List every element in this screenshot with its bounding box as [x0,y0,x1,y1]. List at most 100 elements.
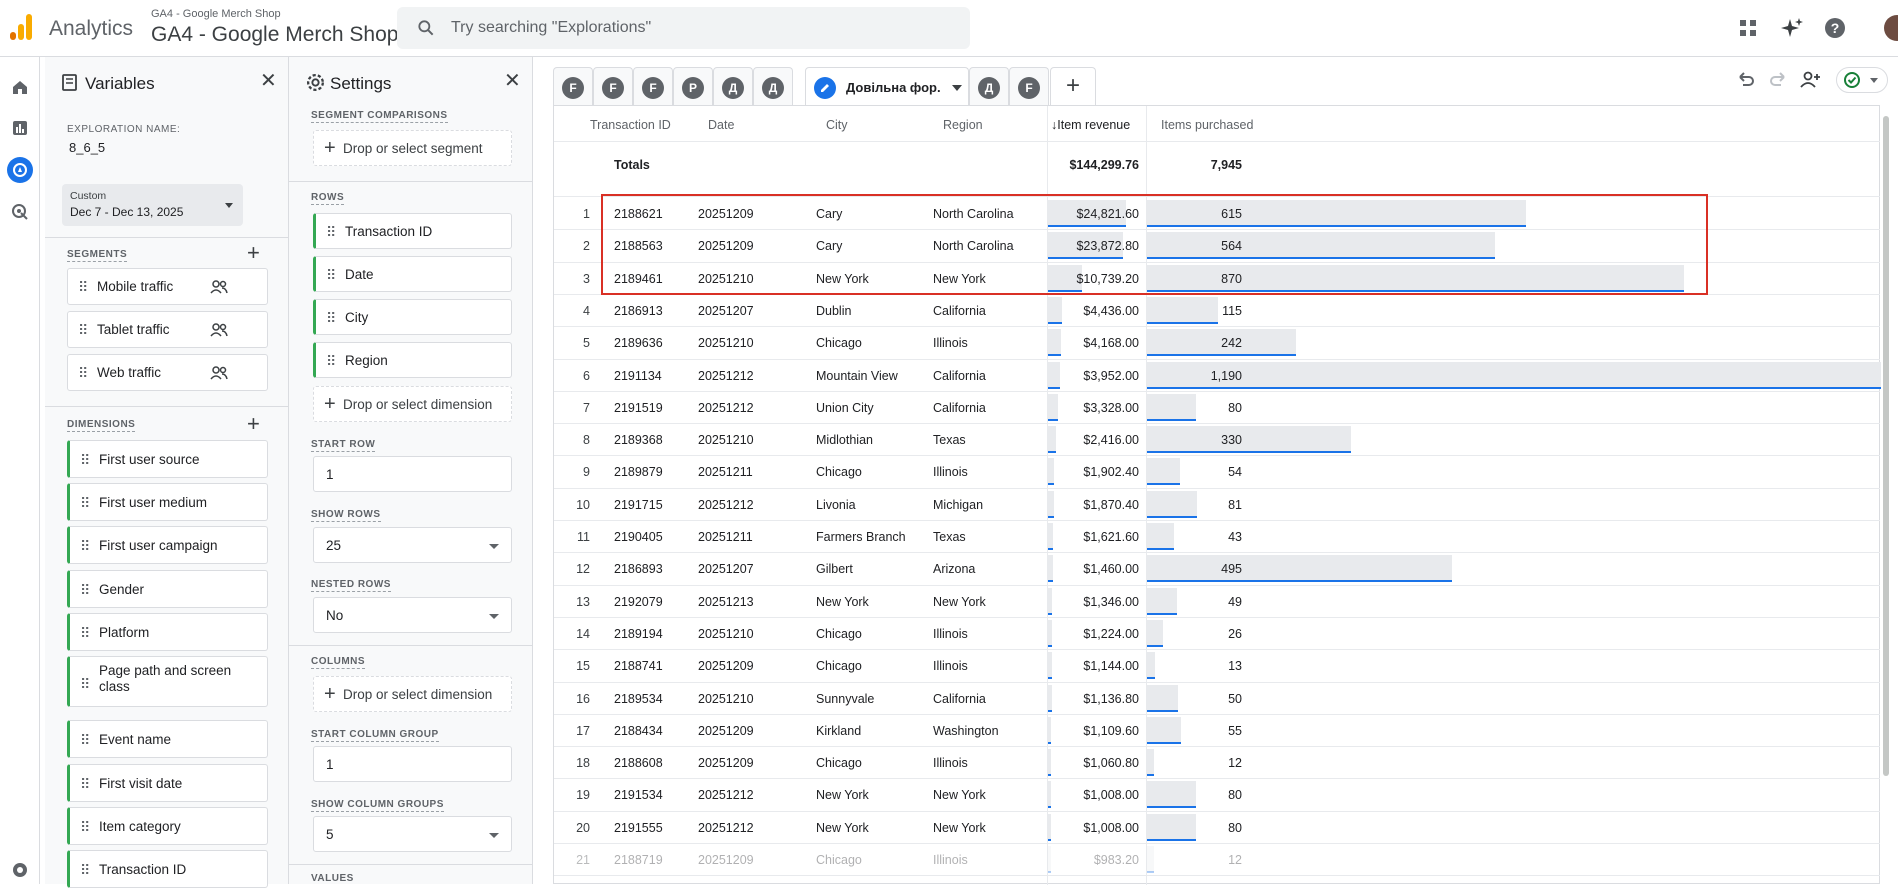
item-revenue-cell: $1,870.40 [1083,497,1139,512]
drag-handle-icon[interactable]: ⠿ [80,495,90,512]
row-dimension-item[interactable]: ⠿ Date [313,256,512,292]
date-cell: 20251210 [698,336,754,351]
app-name: Analytics [49,17,134,40]
drag-handle-icon[interactable]: ⠿ [326,224,336,241]
row-dimension-item[interactable]: ⠿ Region [313,342,512,378]
tab-exploration[interactable]: F [633,67,673,105]
chevron-down-icon[interactable] [952,85,962,91]
status-button[interactable] [1836,67,1888,93]
segment-item[interactable]: ⠿ Mobile traffic [67,268,268,305]
search-input[interactable]: Try searching "Explorations" [451,19,651,37]
settings-gear-icon [306,73,325,92]
col-header-city[interactable]: City [826,118,848,132]
drag-handle-icon[interactable]: ⠿ [80,676,90,693]
show-rows-select[interactable]: 25 [313,527,512,563]
drag-handle-icon[interactable]: ⠿ [326,353,336,370]
items-purchased-cell: 81 [1228,497,1242,512]
add-dimension-icon[interactable]: + [247,413,260,435]
dimension-item[interactable]: ⠿ Item category [67,807,268,845]
tab-freeform-active[interactable]: Довільна фор... [805,67,969,105]
col-header-item-revenue[interactable]: ↓Item revenue [1051,118,1130,132]
drag-handle-icon[interactable]: ⠿ [80,582,90,599]
row-dimension-item[interactable]: ⠿ City [313,299,512,335]
date-range-picker[interactable]: Custom Dec 7 - Dec 13, 2025 [62,184,243,226]
table-scrollbar[interactable] [1883,116,1889,776]
show-column-groups-value: 5 [326,827,334,842]
add-tab-button[interactable]: + [1050,67,1096,105]
tab-exploration[interactable]: Д [753,67,793,105]
help-icon[interactable]: ? [1823,16,1847,40]
drag-handle-icon[interactable]: ⠿ [80,732,90,749]
row-dimension-item[interactable]: ⠿ Transaction ID [313,213,512,249]
dimension-item[interactable]: ⠿ Platform [67,613,268,651]
drag-handle-icon[interactable]: ⠿ [326,310,336,327]
advertising-icon[interactable] [7,199,33,225]
redo-icon[interactable] [1767,69,1789,91]
col-header-date[interactable]: Date [708,118,734,132]
start-row-input[interactable]: 1 [313,456,512,492]
analytics-logo[interactable] [10,14,34,40]
dimension-item[interactable]: ⠿ First user medium [67,483,268,521]
people-icon [210,280,228,294]
drag-handle-icon[interactable]: ⠿ [80,776,90,793]
col-header-transaction-id[interactable]: Transaction ID [590,118,671,132]
admin-gear-icon[interactable] [7,857,33,883]
tab-letter: Д [722,77,744,99]
transaction-id-cell: 2189879 [614,465,663,480]
home-icon[interactable] [7,74,33,100]
drag-handle-icon[interactable]: ⠿ [78,365,88,382]
dimension-item[interactable]: ⠿ Page path and screen class [67,656,268,707]
segment-item[interactable]: ⠿ Tablet traffic [67,311,268,348]
nested-rows-select[interactable]: No [313,597,512,633]
share-user-icon[interactable] [1799,69,1821,91]
start-column-group-input[interactable]: 1 [313,746,512,782]
segment-item[interactable]: ⠿ Web traffic [67,354,268,391]
drag-handle-icon[interactable]: ⠿ [78,279,88,296]
exploration-canvas: Довільна фор... + FFFPДДДF Transaction I… [543,57,1898,885]
sparkle-icon[interactable] [1780,16,1804,40]
drag-handle-icon[interactable]: ⠿ [80,862,90,879]
start-row-value: 1 [326,467,334,482]
drag-handle-icon[interactable]: ⠿ [80,452,90,469]
dimension-item[interactable]: ⠿ First visit date [67,764,268,802]
drag-handle-icon[interactable]: ⠿ [78,322,88,339]
transaction-id-cell: 2188608 [614,756,663,771]
drag-handle-icon[interactable]: ⠿ [326,267,336,284]
tab-exploration[interactable]: P [673,67,713,105]
row-dimension-label: Region [345,353,388,368]
drag-handle-icon[interactable]: ⠿ [80,538,90,555]
items-bar-line [1147,644,1163,647]
dimension-item[interactable]: ⠿ Gender [67,570,268,608]
explore-icon[interactable] [7,157,33,183]
add-segment-icon[interactable]: + [247,242,260,264]
property-selector[interactable]: GA4 - Google Merch Shop [151,23,398,47]
dimension-item[interactable]: ⠿ Transaction ID [67,850,268,888]
tab-exploration[interactable]: F [553,67,593,105]
tab-exploration[interactable]: F [1009,67,1049,105]
close-icon[interactable]: ✕ [504,71,522,91]
close-icon[interactable]: ✕ [260,71,278,91]
tab-exploration[interactable]: Д [713,67,753,105]
drag-handle-icon[interactable]: ⠿ [80,819,90,836]
tab-exploration[interactable]: Д [969,67,1009,105]
account-name[interactable]: GA4 - Google Merch Shop [151,8,281,20]
reports-icon[interactable] [7,115,33,141]
region-cell: Illinois [933,336,968,351]
col-header-items-purchased[interactable]: Items purchased [1161,118,1253,132]
drag-handle-icon[interactable]: ⠿ [80,625,90,642]
avatar[interactable] [1884,15,1898,41]
dimension-item[interactable]: ⠿ First user campaign [67,526,268,564]
apps-grid-icon[interactable] [1736,16,1760,40]
dimension-item[interactable]: ⠿ Event name [67,720,268,758]
date-cell: 20251209 [698,659,754,674]
show-column-groups-select[interactable]: 5 [313,816,512,852]
undo-icon[interactable] [1735,69,1757,91]
drop-row-dimension-zone[interactable]: + Drop or select dimension [313,386,512,422]
drop-segment-zone[interactable]: + Drop or select segment [313,130,512,166]
dimension-item[interactable]: ⠿ First user source [67,440,268,478]
tab-exploration[interactable]: F [593,67,633,105]
exploration-name[interactable]: 8_6_5 [69,140,105,155]
col-header-region[interactable]: Region [943,118,983,132]
search-bar[interactable]: Try searching "Explorations" [397,7,970,49]
drop-column-dimension-zone[interactable]: + Drop or select dimension [313,676,512,712]
